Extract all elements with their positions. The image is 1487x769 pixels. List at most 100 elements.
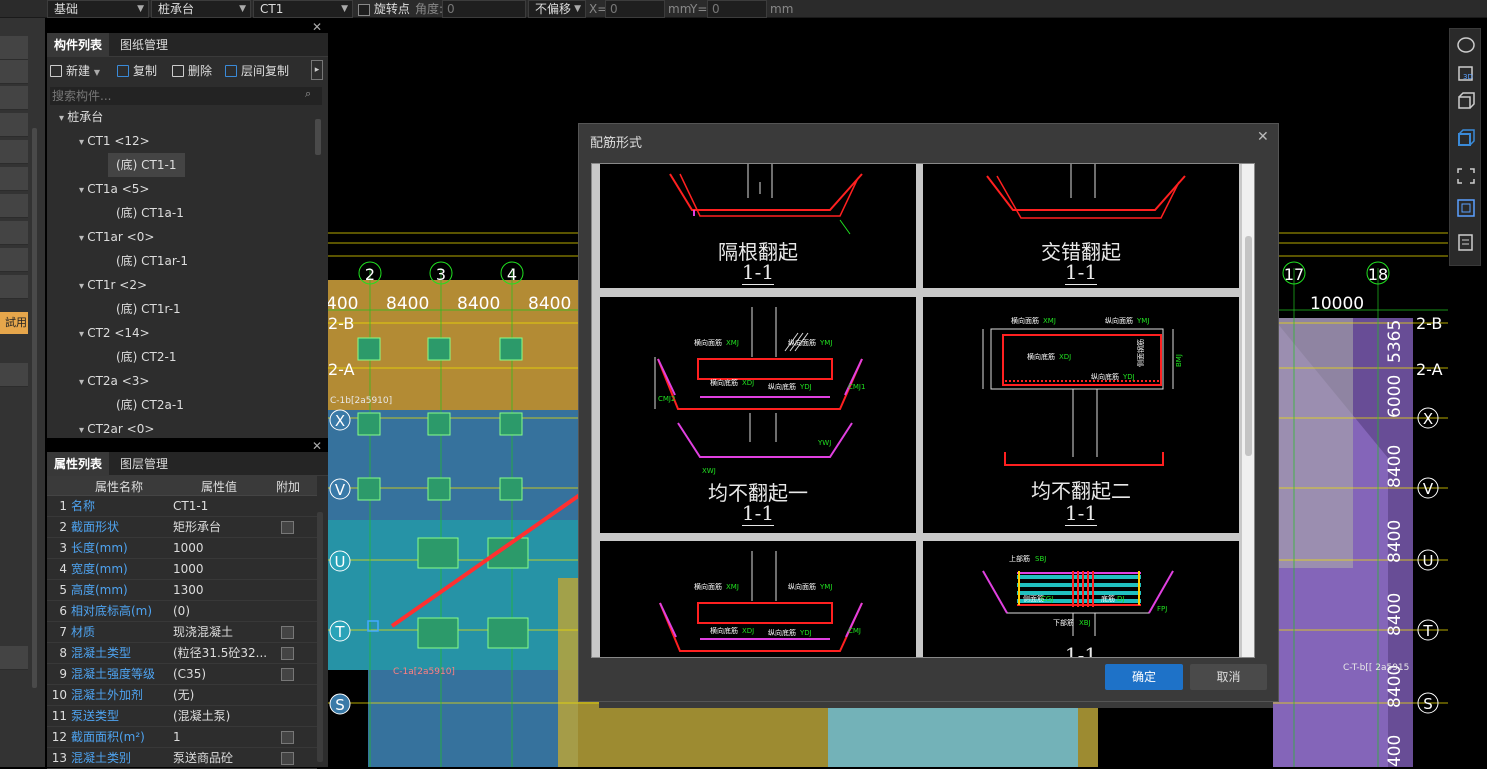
property-row[interactable]: 3 长度(mm) 1000: [47, 538, 317, 559]
nav-button[interactable]: [0, 275, 28, 299]
property-value[interactable]: 1000: [173, 538, 268, 559]
component-select[interactable]: CT1 ▼: [253, 0, 353, 18]
fit-view-icon[interactable]: [1456, 167, 1476, 185]
property-value[interactable]: (无): [173, 685, 268, 706]
offset-select[interactable]: 不偏移 ▼: [528, 0, 586, 18]
nav-button[interactable]: [0, 86, 28, 110]
property-value[interactable]: 现浇混凝土: [173, 622, 268, 643]
property-value[interactable]: CT1-1: [173, 496, 268, 517]
angle-input[interactable]: 0: [442, 0, 526, 18]
report-icon[interactable]: [1456, 234, 1476, 252]
chevron-down-icon[interactable]: ▾: [59, 113, 67, 124]
dialog-scrollbar-track[interactable]: [1242, 164, 1254, 657]
property-value[interactable]: (混凝土泵): [173, 706, 268, 727]
additional-checkbox[interactable]: [281, 731, 294, 744]
tree-item-component[interactable]: ▾ CT1r <2>: [79, 273, 147, 297]
chevron-down-icon[interactable]: ▾: [79, 329, 87, 340]
tree-scrollbar[interactable]: [315, 119, 321, 155]
option-card-4[interactable]: 横向面筋 XMJ 纵向面筋 YMJ 横向底筋 XDJ 纵向底筋 YDJ 侧面钢筋 BMJ…: [923, 297, 1239, 533]
tree-item-component[interactable]: ▾ CT1 <12>: [79, 129, 150, 153]
trial-badge[interactable]: 試用: [0, 312, 28, 334]
expand-toolbar-icon[interactable]: ▸: [311, 60, 323, 80]
nav-button[interactable]: [0, 646, 28, 670]
property-row[interactable]: 6 相对底标高(m) (0): [47, 601, 317, 622]
nav-button[interactable]: [0, 60, 28, 84]
option-card-1[interactable]: 隔根翻起 1-1: [600, 164, 916, 288]
nav-button[interactable]: [0, 140, 28, 164]
additional-checkbox[interactable]: [281, 752, 294, 765]
box-view-icon[interactable]: [1456, 199, 1476, 217]
chevron-down-icon[interactable]: ▾: [79, 425, 87, 436]
property-row[interactable]: 1 名称 CT1-1: [47, 496, 317, 517]
property-scrollbar[interactable]: [317, 512, 323, 762]
property-row[interactable]: 8 混凝土类型 (粒径31.5砼32...: [47, 643, 317, 664]
close-icon[interactable]: ✕: [312, 20, 322, 34]
y-input[interactable]: 0: [707, 0, 767, 18]
property-value[interactable]: 1300: [173, 580, 268, 601]
additional-checkbox[interactable]: [281, 521, 294, 534]
tree-item-component[interactable]: ▾ CT1a <5>: [79, 177, 149, 201]
type-select[interactable]: 桩承台 ▼: [151, 0, 251, 18]
chevron-down-icon[interactable]: ▾: [79, 377, 87, 388]
tree-item-component[interactable]: ▾ CT2ar <0>: [79, 417, 154, 441]
additional-checkbox[interactable]: [281, 626, 294, 639]
option-card-6[interactable]: 上部筋 SBJ 侧面筋 CGJ 底筋 DJ 下部筋 XBJ FPJ 1-1: [923, 541, 1239, 657]
chevron-down-icon[interactable]: ▾: [79, 137, 87, 148]
new-button[interactable]: 新建 ▼: [50, 61, 100, 81]
floor-copy-button[interactable]: 层间复制: [225, 61, 289, 81]
floor-select[interactable]: 基础 ▼: [47, 0, 149, 18]
cube-icon[interactable]: [1456, 92, 1476, 110]
property-row[interactable]: 2 截面形状 矩形承台: [47, 517, 317, 538]
tree-item-component[interactable]: ▾ CT2a <3>: [79, 369, 149, 393]
close-icon[interactable]: ✕: [312, 439, 322, 453]
chevron-down-icon[interactable]: ▾: [79, 185, 87, 196]
option-card-5[interactable]: 横向面筋 XMJ 纵向面筋 YMJ 横向底筋 XDJ 纵向底筋 YDJ CMJ: [600, 541, 916, 657]
tree-item-subtype[interactable]: (底) CT1ar-1: [116, 249, 188, 273]
3d-view-icon[interactable]: 3D: [1456, 64, 1476, 82]
property-row[interactable]: 11 泵送类型 (混凝土泵): [47, 706, 317, 727]
additional-checkbox[interactable]: [281, 668, 294, 681]
nav-button[interactable]: [0, 113, 28, 137]
search-icon[interactable]: ⌕: [305, 87, 311, 101]
property-row[interactable]: 10 混凝土外加剂 (无): [47, 685, 317, 706]
property-value[interactable]: (C35): [173, 664, 268, 685]
property-row[interactable]: 9 混凝土强度等级 (C35): [47, 664, 317, 685]
property-row[interactable]: 4 宽度(mm) 1000: [47, 559, 317, 580]
copy-button[interactable]: 复制: [117, 61, 157, 81]
nav-button[interactable]: [0, 167, 28, 191]
tab-property-list[interactable]: 属性列表: [47, 452, 110, 476]
tree-item-component[interactable]: ▾ CT2 <14>: [79, 321, 150, 345]
nav-button[interactable]: [0, 221, 28, 245]
dialog-scrollbar-thumb[interactable]: [1245, 236, 1252, 456]
property-value[interactable]: (0): [173, 601, 268, 622]
tree-item-subtype[interactable]: (底) CT2-1: [116, 345, 177, 369]
orbit-icon[interactable]: [1456, 36, 1476, 54]
ok-button[interactable]: 确定: [1105, 664, 1183, 690]
option-card-3[interactable]: 横向面筋 XMJ 纵向面筋 YMJ 横向底筋 XDJ 纵向底筋 YDJ CMJ1 CMJ…: [600, 297, 916, 533]
cancel-button[interactable]: 取消: [1190, 664, 1267, 690]
x-input[interactable]: 0: [605, 0, 665, 18]
tab-component-list[interactable]: 构件列表: [47, 33, 110, 57]
property-row[interactable]: 13 混凝土类别 泵送商品砼: [47, 748, 317, 769]
left-strip-scrollbar[interactable]: [32, 128, 37, 688]
property-row[interactable]: 7 材质 现浇混凝土: [47, 622, 317, 643]
nav-button[interactable]: [0, 248, 28, 272]
delete-button[interactable]: 删除: [172, 61, 212, 81]
solid-cube-icon[interactable]: [1456, 129, 1476, 147]
nav-button[interactable]: [0, 194, 28, 218]
tab-layer-management[interactable]: 图层管理: [113, 452, 175, 476]
additional-checkbox[interactable]: [281, 647, 294, 660]
tree-item-subtype[interactable]: (底) CT1a-1: [116, 201, 184, 225]
property-value[interactable]: 泵送商品砼: [173, 748, 268, 769]
tree-item-subtype[interactable]: (底) CT2a-1: [116, 393, 184, 417]
option-card-2[interactable]: 交错翻起 1-1: [923, 164, 1239, 288]
chevron-down-icon[interactable]: ▾: [79, 233, 87, 244]
property-value[interactable]: 矩形承台: [173, 517, 268, 538]
tab-drawing-management[interactable]: 图纸管理: [113, 33, 175, 57]
search-input[interactable]: 搜索构件...: [50, 87, 322, 105]
property-value[interactable]: 1: [173, 727, 268, 748]
tree-item-component[interactable]: ▾ CT1ar <0>: [79, 225, 154, 249]
chevron-down-icon[interactable]: ▾: [79, 281, 87, 292]
tree-item-subtype[interactable]: (底) CT1-1: [108, 153, 185, 177]
close-icon[interactable]: ✕: [1257, 129, 1269, 145]
